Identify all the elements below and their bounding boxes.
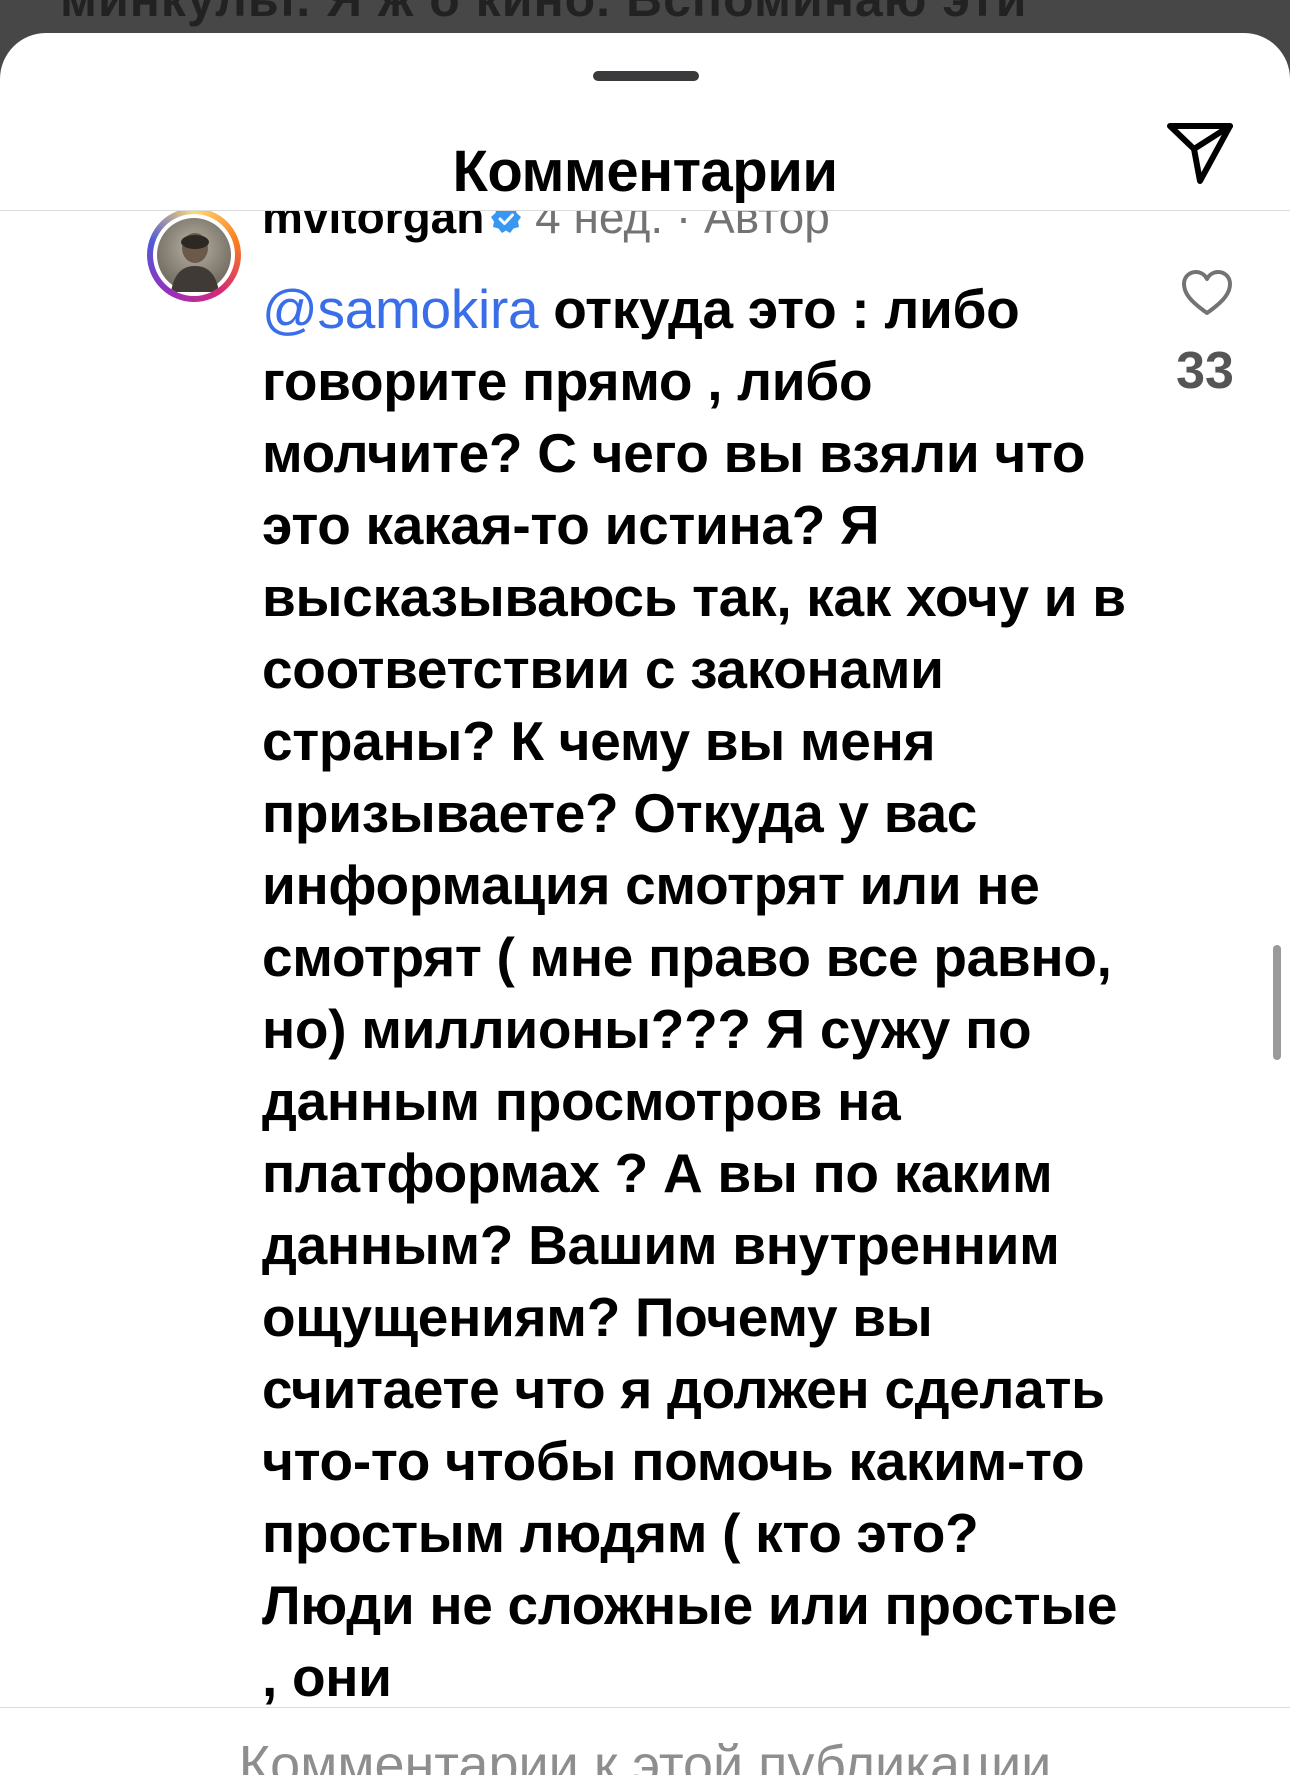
author-label: Автор bbox=[704, 211, 830, 243]
comment-input-bar[interactable]: Комментарии к этой публикации bbox=[0, 1708, 1290, 1775]
avatar-portrait-icon bbox=[171, 233, 219, 292]
mention-link[interactable]: @samokira bbox=[262, 278, 539, 340]
comment-username[interactable]: mvitorgan bbox=[262, 211, 484, 243]
share-button[interactable] bbox=[1160, 111, 1240, 191]
comment-text: откуда это : либо говорите прямо , либо … bbox=[262, 278, 1126, 1708]
comment-list[interactable]: mvitorgan 4 нед. · Автор @samokira откуд… bbox=[0, 211, 1290, 1740]
comment-input-placeholder: Комментарии к этой публикации bbox=[238, 1735, 1052, 1775]
sheet-grabber-handle[interactable] bbox=[593, 71, 699, 81]
paper-plane-icon bbox=[1167, 123, 1233, 184]
verified-badge-icon bbox=[491, 211, 522, 233]
sheet-title: Комментарии bbox=[452, 139, 838, 204]
comment-timestamp: 4 нед. bbox=[535, 211, 664, 243]
meta-separator: · bbox=[675, 211, 692, 243]
heart-icon bbox=[1182, 270, 1232, 315]
comment-header: mvitorgan 4 нед. · Автор bbox=[262, 211, 830, 245]
screen: минкульт. Я ж о кино. Вспоминаю эти Комм… bbox=[0, 0, 1290, 1775]
post-caption-fragment: минкульт. Я ж о кино. Вспоминаю эти bbox=[60, 0, 1027, 28]
avatar bbox=[153, 214, 235, 296]
comment-body: @samokira откуда это : либо говорите пря… bbox=[262, 273, 1132, 1713]
like-count: 33 bbox=[1176, 342, 1234, 400]
like-button[interactable] bbox=[1180, 266, 1234, 320]
avatar-image bbox=[157, 218, 231, 292]
scrollbar[interactable] bbox=[1273, 945, 1281, 1060]
comments-sheet: Комментарии mvitorgan 4 нед. · Автор @sa… bbox=[0, 33, 1290, 1775]
avatar-story-ring[interactable] bbox=[147, 211, 241, 302]
